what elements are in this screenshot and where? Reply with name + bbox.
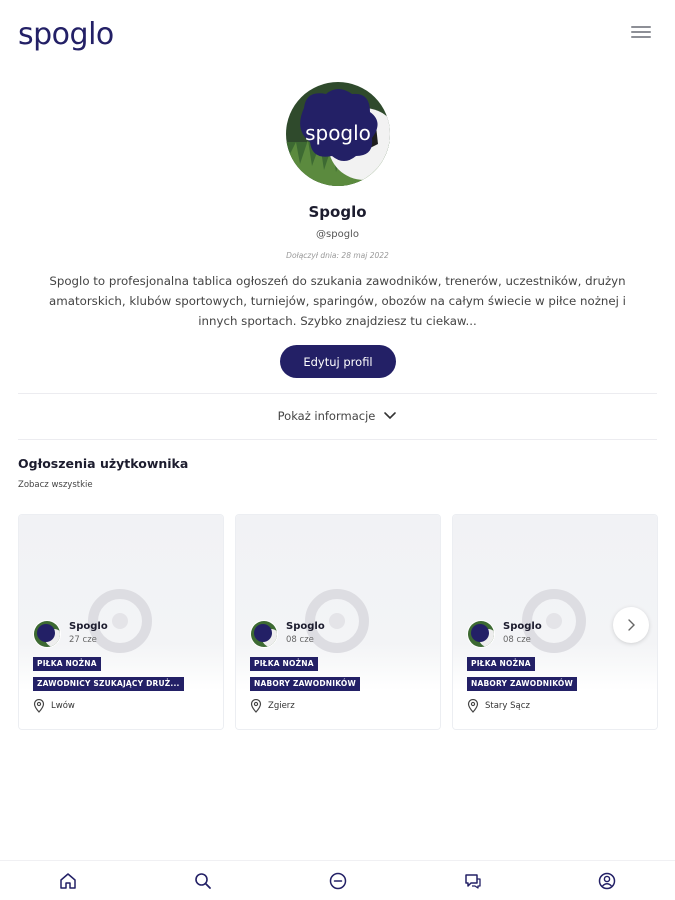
show-info-toggle[interactable]: Pokaż informacje: [0, 406, 675, 426]
bottom-navigation: [0, 860, 675, 900]
show-info-label: Pokaż informacje: [277, 409, 376, 423]
listing-author: Spoglo: [69, 621, 108, 632]
chevron-right-icon: [628, 619, 635, 631]
listing-location: Lwów: [33, 699, 75, 713]
avatar: [250, 620, 278, 648]
divider: [18, 439, 657, 440]
location-pin-icon: [467, 699, 479, 713]
location-label: Stary Sącz: [485, 701, 530, 711]
listing-location: Zgierz: [250, 699, 295, 713]
home-icon[interactable]: [58, 871, 78, 891]
location-label: Lwów: [51, 701, 75, 711]
listings-section-title: Ogłoszenia użytkownika: [18, 456, 189, 471]
svg-text:spoglo: spoglo: [305, 121, 371, 145]
spoglo-logo[interactable]: spoglo: [18, 12, 128, 56]
app-header: spoglo: [0, 0, 675, 70]
svg-text:spoglo: spoglo: [18, 17, 114, 52]
chevron-down-icon: [384, 412, 397, 420]
divider: [18, 393, 657, 394]
category-tag: NABORY ZAWODNIKÓW: [250, 677, 360, 691]
add-icon[interactable]: [328, 871, 348, 891]
avatar: [467, 620, 495, 648]
sport-tag: PIŁKA NOŻNA: [250, 657, 318, 671]
listing-author: Spoglo: [286, 621, 325, 632]
profile-handle: @spoglo: [316, 229, 359, 240]
category-tag: NABORY ZAWODNIKÓW: [467, 677, 577, 691]
listing-date: 27 cze: [69, 635, 97, 645]
profile-name: Spoglo: [308, 203, 367, 221]
edit-profile-button[interactable]: Edytuj profil: [280, 345, 396, 378]
carousel-next-button[interactable]: [613, 607, 649, 643]
hamburger-menu-icon[interactable]: [631, 26, 651, 42]
messages-icon[interactable]: [463, 871, 483, 891]
avatar: [33, 620, 61, 648]
search-icon[interactable]: [193, 871, 213, 891]
location-label: Zgierz: [268, 701, 295, 711]
location-pin-icon: [33, 699, 45, 713]
location-pin-icon: [250, 699, 262, 713]
sport-tag: PIŁKA NOŻNA: [33, 657, 101, 671]
profile-avatar: spoglo: [286, 82, 390, 186]
sport-tag: PIŁKA NOŻNA: [467, 657, 535, 671]
see-all-link[interactable]: Zobacz wszystkie: [18, 480, 93, 490]
listing-date: 08 cze: [503, 635, 531, 645]
listing-date: 08 cze: [286, 635, 314, 645]
category-tag: ZAWODNICY SZUKAJĄCY DRUŻ...: [33, 677, 184, 691]
profile-joined-date: Dołączył dnia: 28 maj 2022: [286, 251, 389, 260]
listing-location: Stary Sącz: [467, 699, 530, 713]
listing-author: Spoglo: [503, 621, 542, 632]
profile-bio: Spoglo to profesjonalna tablica ogłoszeń…: [49, 274, 626, 328]
listing-card[interactable]: Spoglo 27 cze PIŁKA NOŻNA ZAWODNICY SZUK…: [18, 514, 224, 730]
listing-card[interactable]: Spoglo 08 cze PIŁKA NOŻNA NABORY ZAWODNI…: [235, 514, 441, 730]
profile-icon[interactable]: [597, 871, 617, 891]
